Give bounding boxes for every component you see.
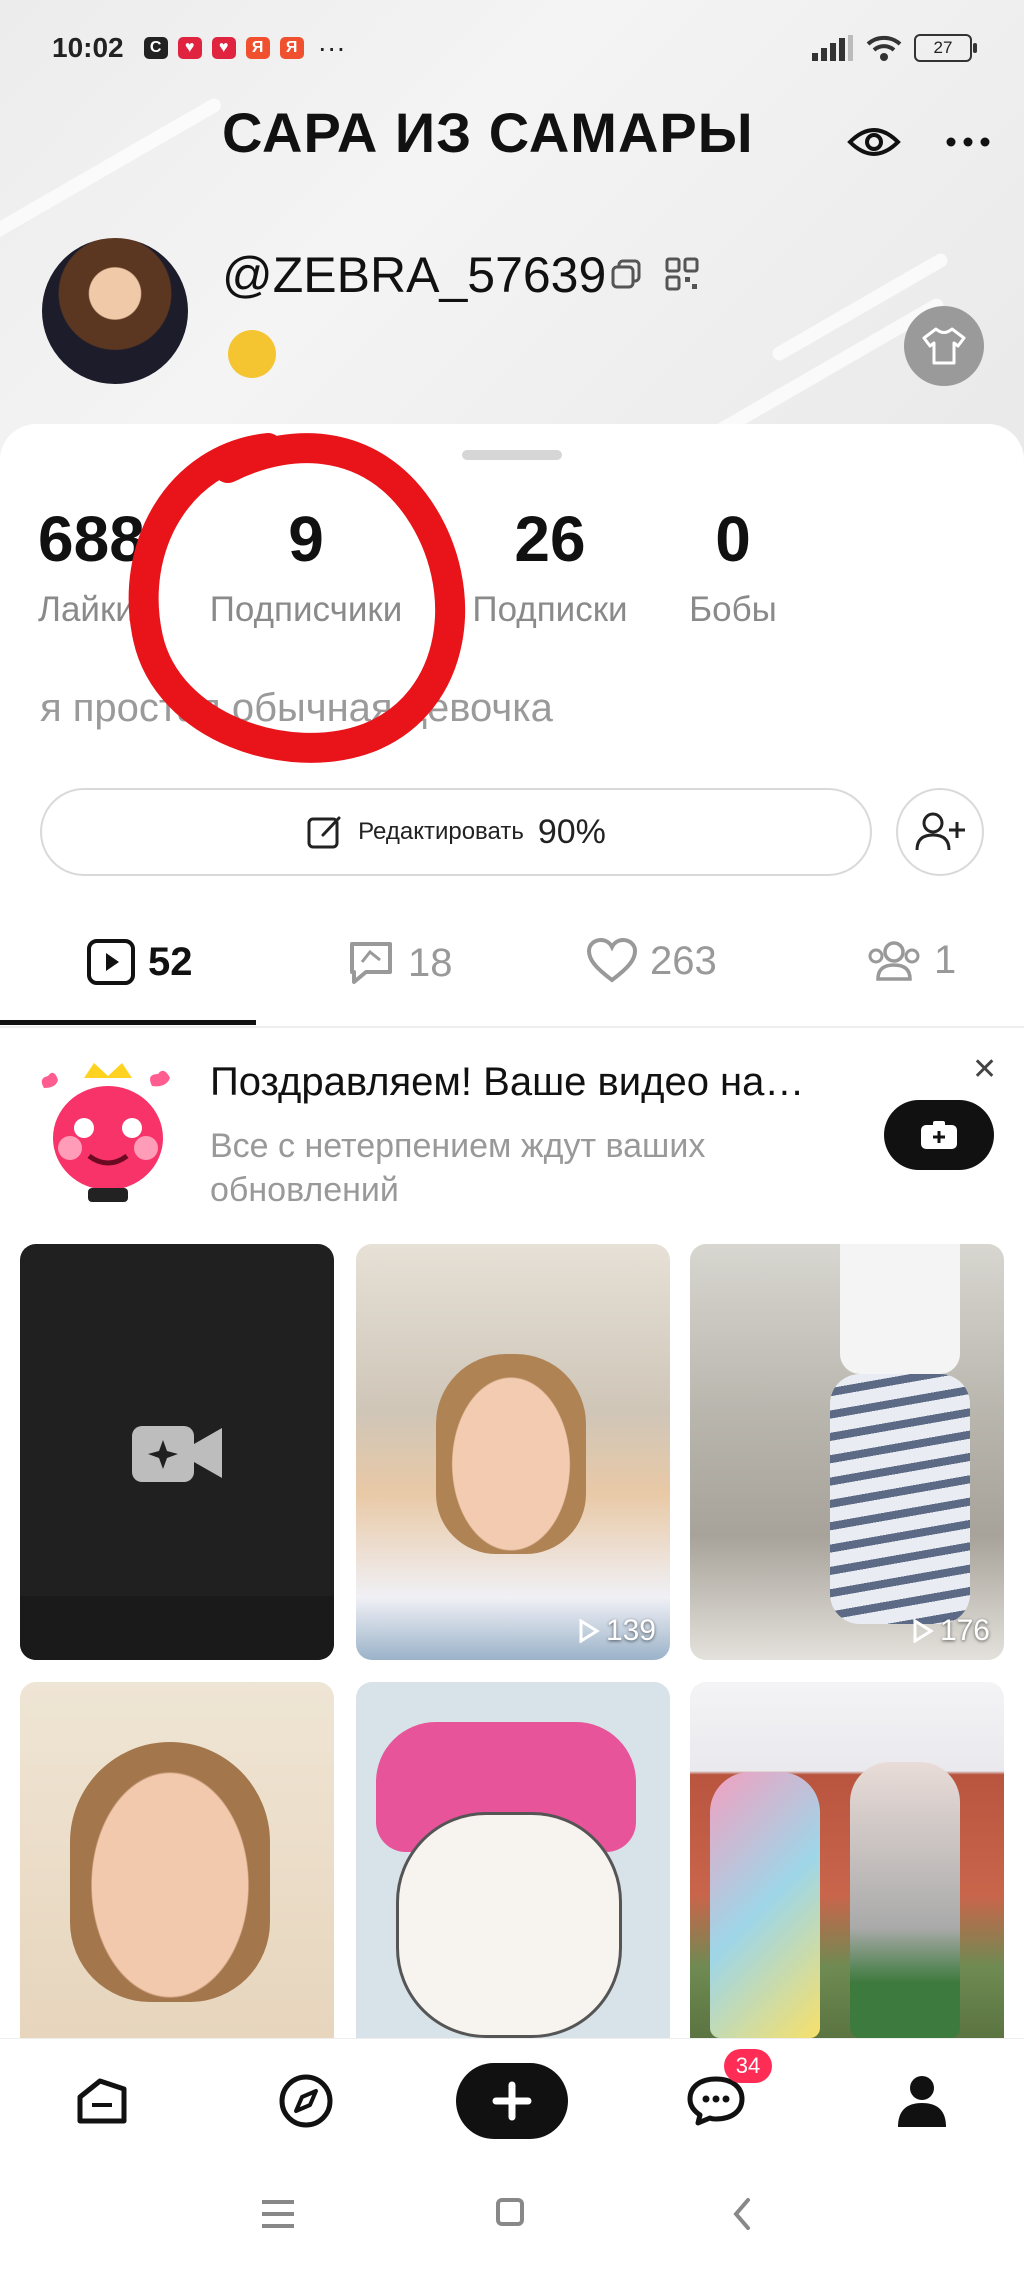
- notification-icon: ♥: [211, 37, 236, 59]
- page-title: САРА ИЗ САМАРЫ: [222, 101, 754, 164]
- upload-video-tile[interactable]: [20, 1244, 334, 1660]
- friends-icon: [868, 940, 920, 981]
- nav-home[interactable]: [70, 2063, 134, 2139]
- mood-emoji-icon[interactable]: [228, 330, 276, 378]
- status-bar: 10:02 С ♥ ♥ Я Я ··· 27: [52, 28, 977, 68]
- notification-icon: Я: [245, 37, 270, 59]
- notification-icon: Я: [279, 37, 304, 59]
- outfit-icon[interactable]: [904, 306, 984, 386]
- video-thumbnail[interactable]: 176: [690, 1244, 1004, 1660]
- repost-icon: [350, 942, 392, 984]
- status-time: 10:02: [52, 32, 124, 63]
- create-video-button[interactable]: [884, 1100, 994, 1170]
- home-icon: [77, 2078, 127, 2124]
- video-thumbnail[interactable]: [690, 1682, 1004, 2038]
- tab-videos[interactable]: 52: [86, 938, 193, 986]
- nav-profile[interactable]: [890, 2063, 954, 2139]
- video-camera-icon: [132, 1426, 222, 1482]
- signal-icon: [812, 35, 853, 61]
- edit-label: Редактировать: [358, 818, 524, 845]
- nav-messages[interactable]: 34: [684, 2049, 772, 2139]
- banner-title: Поздравляем! Ваше видео на…: [210, 1060, 805, 1104]
- edit-profile-button[interactable]: Редактировать 90%: [40, 788, 872, 876]
- reposts-count: 18: [408, 940, 453, 985]
- header-background: [0, 0, 1024, 470]
- add-friend-button[interactable]: [896, 788, 984, 876]
- video-thumbnail[interactable]: [20, 1682, 334, 2038]
- bottom-navigation: 34: [0, 2038, 1024, 2159]
- tab-liked[interactable]: 263: [586, 938, 717, 984]
- edit-icon: [307, 816, 341, 849]
- profile-completion: 90%: [537, 812, 606, 851]
- copy-icon[interactable]: [608, 256, 644, 292]
- battery-indicator: 27: [914, 34, 977, 62]
- liked-count: 263: [650, 938, 717, 983]
- red-annotation-circle: [128, 433, 466, 763]
- add-user-icon: [915, 812, 965, 851]
- beans-count: 0: [715, 503, 751, 575]
- following-count: 26: [514, 503, 586, 575]
- tab-reposts[interactable]: 18: [346, 938, 453, 988]
- username: @ZEBRA_57639: [222, 247, 607, 303]
- camera-plus-icon: [921, 1121, 957, 1149]
- system-navigation-bar: [0, 2160, 1024, 2275]
- view-count: 176: [912, 1614, 990, 1648]
- video-thumbnail[interactable]: 139: [356, 1244, 670, 1660]
- stat-beans[interactable]: 0 Бобы: [678, 502, 788, 630]
- notification-icon: С: [143, 37, 168, 59]
- view-count: 139: [578, 1614, 656, 1648]
- profile-icon: [898, 2076, 946, 2127]
- notification-icon: ♥: [177, 37, 202, 59]
- menu-icon[interactable]: [258, 2196, 298, 2232]
- video-icon: [87, 939, 135, 985]
- wifi-icon: [866, 35, 902, 61]
- play-icon: [913, 1619, 934, 1643]
- tab-friends[interactable]: 1: [866, 938, 956, 983]
- friends-count: 1: [934, 938, 957, 982]
- play-icon: [579, 1619, 600, 1643]
- compass-icon: [279, 2074, 333, 2128]
- eye-icon[interactable]: [846, 114, 902, 170]
- avatar[interactable]: [42, 238, 188, 384]
- videos-count: 52: [148, 939, 193, 984]
- qr-code-icon[interactable]: [662, 256, 702, 292]
- nav-discover[interactable]: [274, 2063, 338, 2139]
- video-thumbnail[interactable]: [356, 1682, 670, 2038]
- stat-following[interactable]: 26 Подписки: [460, 502, 640, 630]
- congrats-banner[interactable]: Поздравляем! Ваше видео на… Все с нетерп…: [0, 1040, 1024, 1216]
- content-tabs: 52 18 263 1: [0, 918, 1024, 1028]
- active-tab-indicator: [0, 1020, 256, 1025]
- beans-label: Бобы: [689, 590, 777, 629]
- back-icon[interactable]: [730, 2196, 754, 2232]
- more-notifications-icon: ···: [317, 32, 346, 63]
- messages-badge: 34: [724, 2049, 772, 2083]
- banner-subtitle: Все с нетерпением ждут ваших обновлений: [210, 1127, 706, 1209]
- following-label: Подписки: [472, 590, 628, 629]
- close-icon[interactable]: ✕: [972, 1052, 997, 1087]
- title-row: САРА ИЗ САМАРЫ: [0, 100, 1024, 180]
- create-button[interactable]: [456, 2063, 568, 2139]
- heart-icon: [586, 938, 638, 983]
- more-options-icon[interactable]: [940, 114, 996, 170]
- home-square-icon[interactable]: [494, 2196, 526, 2228]
- mascot-icon: [41, 1063, 170, 1202]
- plus-icon: [492, 2081, 532, 2121]
- chat-icon: [687, 2076, 745, 2126]
